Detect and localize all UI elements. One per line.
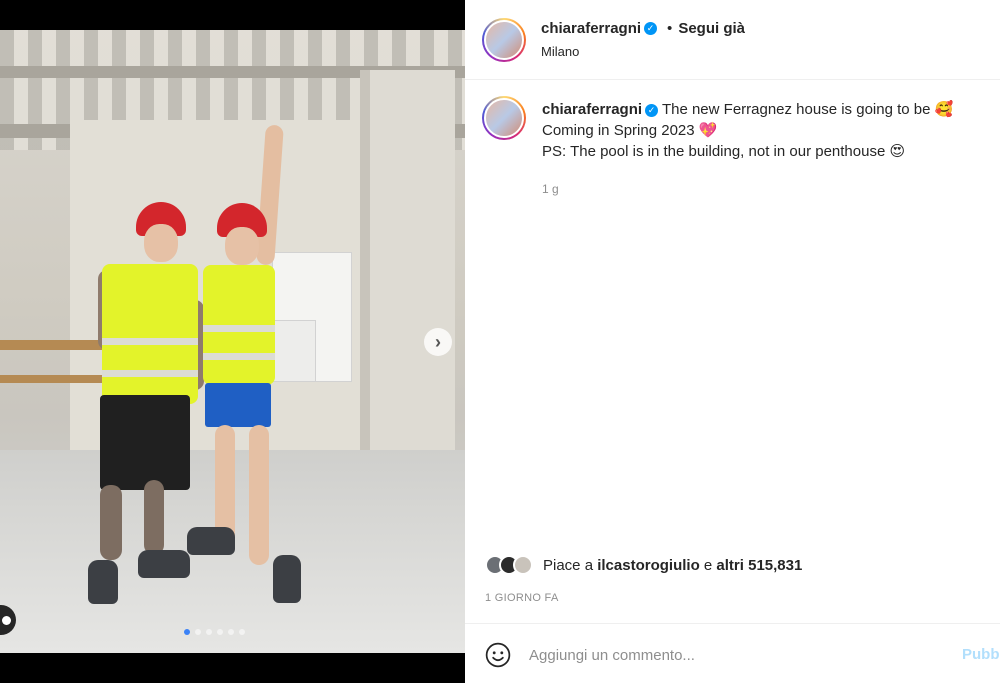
caption-timestamp[interactable]: 1 g: [542, 182, 559, 196]
chevron-right-icon: ›: [435, 331, 441, 352]
liker-avatar: [513, 555, 533, 575]
publish-button[interactable]: Pubb: [962, 646, 1000, 663]
carousel-dot: [228, 629, 234, 635]
caption-line-3: PS: The pool is in the building, not in …: [542, 143, 886, 160]
comment-bar: Pubb: [465, 623, 1000, 683]
carousel-dot: [184, 629, 190, 635]
heart-eyes-emoji-icon: 😍: [889, 143, 906, 160]
follow-status-button[interactable]: Segui già: [678, 20, 745, 37]
likes-summary[interactable]: Piace a ilcastorogiulio e altri 515,831: [485, 555, 802, 575]
caption-line-1: The new Ferragnez house is going to be: [661, 101, 931, 118]
carousel-next-button[interactable]: ›: [424, 328, 452, 356]
comment-input[interactable]: [529, 644, 949, 666]
caption-username-link[interactable]: chiaraferragni: [542, 101, 642, 118]
post-header: chiaraferragni ✓ • Segui già Milano: [465, 0, 1000, 80]
caption: chiaraferragni ✓ The new Ferragnez house …: [542, 99, 987, 162]
post-media[interactable]: ›: [0, 0, 465, 683]
post-details-panel: chiaraferragni ✓ • Segui già Milano chia…: [465, 0, 1000, 683]
likes-connector: e: [703, 556, 713, 574]
username-link[interactable]: chiaraferragni: [541, 20, 641, 37]
liker-username-link[interactable]: ilcastorogiulio: [597, 557, 700, 574]
post-photo: [0, 30, 465, 653]
likes-count-link[interactable]: altri 515,831: [716, 557, 802, 574]
emoji-picker-icon[interactable]: [485, 642, 511, 668]
smiling-hearts-emoji-icon: 🥰: [934, 101, 954, 118]
location-link[interactable]: Milano: [541, 44, 579, 59]
verified-badge-icon: ✓: [645, 104, 659, 117]
carousel-dot: [239, 629, 245, 635]
profile-avatar[interactable]: [482, 18, 526, 62]
carousel-dot: [195, 629, 201, 635]
separator: •: [667, 20, 673, 37]
verified-badge-icon: ✓: [644, 22, 658, 35]
carousel-indicator: [184, 629, 245, 635]
carousel-dot: [217, 629, 223, 635]
post-date[interactable]: 1 GIORNO FA: [485, 592, 559, 604]
liker-avatars: [485, 555, 533, 575]
sparkling-heart-emoji-icon: 💖: [698, 122, 718, 139]
carousel-dot: [206, 629, 212, 635]
caption-line-2: Coming in Spring 2023: [542, 122, 695, 139]
caption-avatar[interactable]: [482, 96, 526, 140]
likes-prefix: Piace a: [543, 556, 594, 574]
